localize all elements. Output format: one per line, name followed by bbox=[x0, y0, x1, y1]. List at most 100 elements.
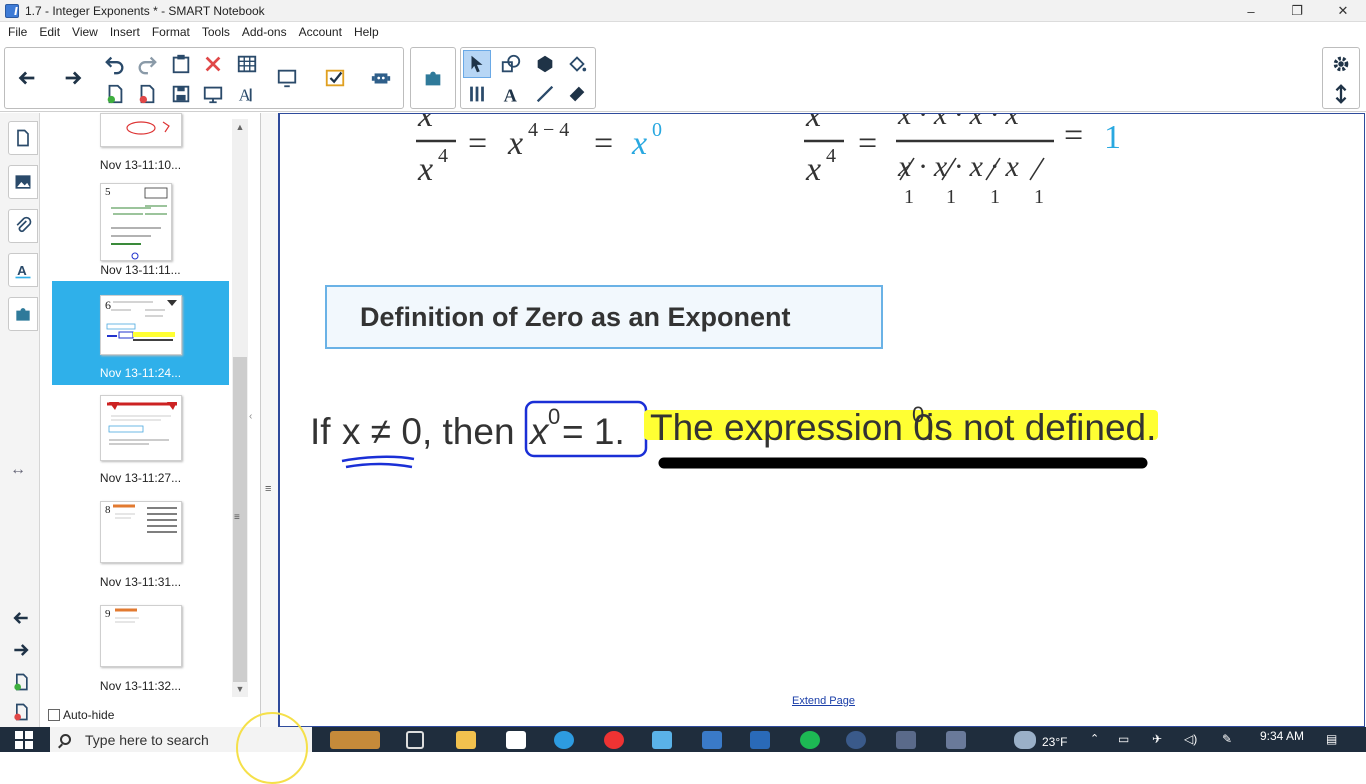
scroll-up-icon[interactable]: ▲ bbox=[232, 119, 248, 135]
sidebar-previous-page-button[interactable] bbox=[6, 601, 36, 635]
redo-button[interactable] bbox=[133, 50, 161, 78]
page-thumbnail-item[interactable]: Nov 13-11:27... bbox=[52, 385, 229, 489]
tab-addons[interactable] bbox=[8, 297, 38, 331]
menu-view[interactable]: View bbox=[66, 22, 104, 43]
app-circle-icon[interactable] bbox=[846, 731, 866, 749]
move-sidebar-icon[interactable]: ↔ bbox=[10, 461, 26, 479]
minimize-button[interactable]: – bbox=[1228, 0, 1274, 22]
response-button[interactable] bbox=[321, 64, 349, 92]
task-view-icon[interactable] bbox=[406, 731, 424, 749]
tab-attachments[interactable] bbox=[8, 209, 38, 243]
tab-page-sorter[interactable] bbox=[8, 121, 38, 155]
text-a-icon: A bbox=[504, 85, 518, 105]
sidebar-delete-page-button[interactable] bbox=[6, 695, 36, 729]
select-tool-button[interactable] bbox=[463, 50, 491, 78]
svg-text:= 1.: = 1. bbox=[562, 411, 625, 452]
restore-button[interactable]: ❐ bbox=[1274, 0, 1320, 22]
edge-browser-icon[interactable] bbox=[554, 731, 574, 749]
weather-temperature[interactable]: 23°F bbox=[1042, 735, 1067, 749]
move-toolbar-button[interactable] bbox=[1327, 80, 1355, 108]
ti84-app-icon[interactable] bbox=[946, 731, 966, 749]
sidebar-splitter[interactable]: ≡ ‹ bbox=[249, 113, 278, 727]
regular-polygon-button[interactable] bbox=[531, 50, 559, 78]
page-thumbnail bbox=[100, 395, 182, 461]
clipboard-icon bbox=[172, 54, 190, 74]
volume-icon[interactable]: ◁) bbox=[1184, 732, 1197, 746]
taskbar-clock[interactable]: 9:34 AM bbox=[1260, 729, 1304, 743]
airplane-mode-icon[interactable]: ✈ bbox=[1152, 732, 1162, 746]
page-content: x x 4 = x 4 − 4 = x 0 x x 4 = x · x · x … bbox=[310, 114, 1158, 469]
add-page-icon bbox=[14, 673, 28, 691]
checkbox-box[interactable] bbox=[48, 709, 60, 721]
menu-help[interactable]: Help bbox=[348, 22, 385, 43]
menu-file[interactable]: File bbox=[2, 22, 33, 43]
svg-text:is not defined.: is not defined. bbox=[926, 407, 1156, 448]
text-recognition-button[interactable]: A bbox=[233, 80, 261, 108]
menu-tools[interactable]: Tools bbox=[196, 22, 236, 43]
text-tool-button[interactable]: A bbox=[497, 80, 525, 108]
delete-button[interactable] bbox=[199, 50, 227, 78]
page-thumbnail: 8 bbox=[100, 501, 182, 563]
page-thumbnail-item[interactable]: Nov 13-11:10... bbox=[52, 113, 229, 179]
thumbnail-menu-chevron-down-icon[interactable] bbox=[167, 300, 177, 306]
file-explorer-icon[interactable] bbox=[456, 731, 476, 749]
start-button[interactable] bbox=[0, 727, 48, 752]
chrome-browser-icon[interactable] bbox=[604, 731, 624, 749]
notebook-page-canvas[interactable]: x x 4 = x 4 − 4 = x 0 x x 4 = x · x · x … bbox=[278, 113, 1365, 727]
collapse-chevron-icon[interactable]: ‹ bbox=[249, 411, 252, 422]
store-icon[interactable] bbox=[702, 731, 722, 749]
fill-tool-button[interactable] bbox=[563, 50, 591, 78]
previous-page-button[interactable] bbox=[13, 64, 41, 92]
screen-shade-button[interactable] bbox=[199, 80, 227, 108]
activity-builder-button[interactable] bbox=[367, 64, 395, 92]
network-icon[interactable]: ▭ bbox=[1118, 732, 1129, 746]
page-thumbnail-label: Nov 13-11:10... bbox=[99, 158, 182, 172]
sidebar-add-page-button[interactable] bbox=[6, 665, 36, 699]
page-thumbnail-item[interactable]: 9 Nov 13-11:32... bbox=[52, 593, 229, 697]
undo-button[interactable] bbox=[101, 50, 129, 78]
mail-icon[interactable] bbox=[750, 731, 770, 749]
settings-button[interactable] bbox=[1327, 50, 1355, 78]
amazon-icon[interactable] bbox=[506, 731, 526, 749]
insert-table-button[interactable] bbox=[233, 50, 261, 78]
tab-gallery[interactable] bbox=[8, 165, 38, 199]
page-thumbnail-item-selected[interactable]: 6 Nov 13-11:24... bbox=[52, 281, 229, 385]
cortana-widget-icon[interactable] bbox=[330, 731, 380, 749]
menu-addons[interactable]: Add-ons bbox=[236, 22, 293, 43]
shapes-tool-button[interactable] bbox=[497, 50, 525, 78]
scroll-down-icon[interactable]: ▼ bbox=[232, 681, 248, 697]
menu-insert[interactable]: Insert bbox=[104, 22, 146, 43]
paste-button[interactable] bbox=[167, 50, 195, 78]
pens-tool-button[interactable] bbox=[463, 80, 491, 108]
sidebar-next-page-button[interactable] bbox=[6, 633, 36, 667]
auto-hide-checkbox[interactable]: Auto-hide bbox=[48, 708, 114, 722]
chevron-up-icon[interactable]: ⌃ bbox=[1090, 732, 1099, 745]
smart-notebook-taskbar-icon[interactable] bbox=[652, 731, 672, 749]
notifications-icon[interactable]: ▤ bbox=[1326, 732, 1337, 746]
display-screen-button[interactable] bbox=[273, 64, 301, 92]
pen-icon[interactable]: ✎ bbox=[1222, 732, 1232, 746]
weather-cloud-icon[interactable] bbox=[1014, 731, 1036, 749]
spotify-icon[interactable] bbox=[800, 731, 820, 749]
robot-icon bbox=[371, 73, 391, 84]
close-button[interactable]: ✕ bbox=[1320, 0, 1366, 22]
eraser-tool-button[interactable] bbox=[563, 80, 591, 108]
page-thumbnail-item[interactable]: 8 Nov 13-11:31... bbox=[52, 489, 229, 593]
extend-page-link[interactable]: Extend Page bbox=[792, 695, 855, 707]
page-icon bbox=[17, 129, 29, 147]
add-page-button[interactable] bbox=[101, 80, 129, 108]
line-tool-button[interactable] bbox=[531, 80, 559, 108]
svg-text:=: = bbox=[858, 125, 877, 162]
addons-button[interactable] bbox=[419, 64, 447, 92]
tab-properties[interactable]: A bbox=[8, 253, 38, 287]
menu-account[interactable]: Account bbox=[293, 22, 348, 43]
toolbar: A A bbox=[0, 43, 1366, 112]
next-page-button[interactable] bbox=[59, 64, 87, 92]
calculator-app-icon[interactable] bbox=[896, 731, 916, 749]
delete-page-button[interactable] bbox=[133, 80, 161, 108]
definition-title-box: Definition of Zero as an Exponent bbox=[325, 285, 883, 349]
menu-edit[interactable]: Edit bbox=[33, 22, 66, 43]
page-thumbnail-item[interactable]: 5 Nov 13-11:11... bbox=[52, 179, 229, 283]
menu-format[interactable]: Format bbox=[146, 22, 196, 43]
save-button[interactable] bbox=[167, 80, 195, 108]
